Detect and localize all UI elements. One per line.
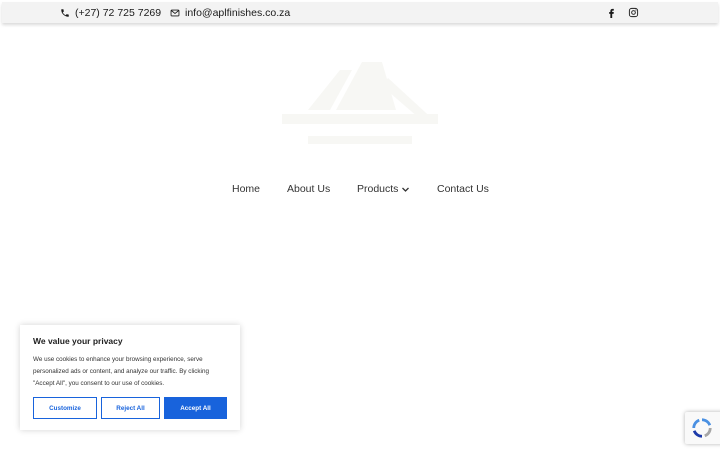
- nav-products-label: Products: [357, 183, 399, 195]
- cookie-consent-banner: We value your privacy We use cookies to …: [20, 325, 240, 430]
- top-bar: (+27) 72 725 7269 info@aplfinishes.co.za: [2, 2, 718, 23]
- accept-all-button[interactable]: Accept All: [164, 397, 227, 419]
- envelope-icon: [170, 9, 180, 16]
- recaptcha-icon: [692, 418, 712, 438]
- nav-about-label: About Us: [287, 183, 331, 195]
- nav-home[interactable]: Home: [232, 183, 260, 195]
- chevron-down-icon: [402, 187, 410, 192]
- nav-contact-label: Contact Us: [437, 183, 489, 195]
- nav-home-label: Home: [232, 183, 261, 195]
- facebook-link[interactable]: [606, 2, 617, 23]
- phone-number: (+27) 72 725 7269: [75, 6, 162, 19]
- email-link[interactable]: info@aplfinishes.co.za: [170, 2, 290, 23]
- cookie-title: We value your privacy: [33, 336, 123, 346]
- facebook-icon: [609, 8, 614, 18]
- site-logo[interactable]: [278, 58, 442, 162]
- phone-link[interactable]: (+27) 72 725 7269: [60, 2, 161, 23]
- recaptcha-badge[interactable]: [685, 412, 720, 444]
- customize-button[interactable]: Customize: [33, 397, 97, 419]
- phone-icon: [61, 8, 69, 17]
- nav-products[interactable]: Products: [357, 183, 410, 195]
- nav-contact[interactable]: Contact Us: [437, 183, 489, 195]
- instagram-link[interactable]: [628, 2, 639, 23]
- main-nav: Home About Us Products Contact Us: [0, 183, 720, 197]
- nav-about[interactable]: About Us: [287, 183, 330, 195]
- cookie-description: We use cookies to enhance your browsing …: [33, 356, 209, 387]
- instagram-icon: [628, 7, 639, 18]
- email-address: info@aplfinishes.co.za: [185, 6, 291, 19]
- reject-all-button[interactable]: Reject All: [101, 397, 160, 419]
